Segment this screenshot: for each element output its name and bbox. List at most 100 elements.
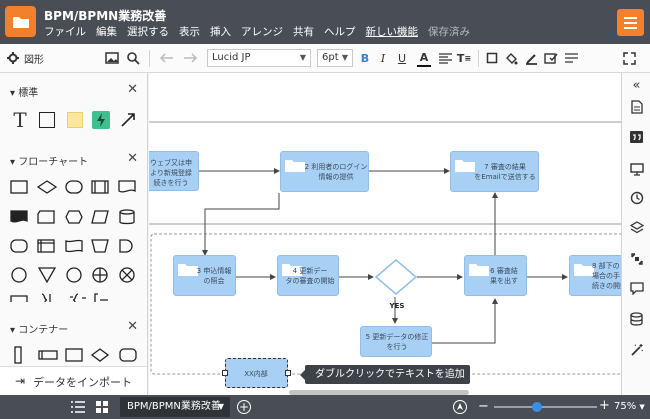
- data-linking-icon[interactable]: [628, 250, 645, 267]
- rectangle-shape-icon[interactable]: [38, 111, 56, 129]
- process-node[interactable]: ウェブ又は申 より新規登録 続きを行う: [149, 151, 199, 191]
- search-icon[interactable]: [125, 49, 141, 67]
- process-node[interactable]: 4 更新デー タの審査の開始: [277, 255, 339, 296]
- gear-icon[interactable]: [6, 49, 20, 67]
- page-tab[interactable]: BPM/BPMN業務改善 ▼: [120, 397, 230, 417]
- text-color-button[interactable]: A: [417, 49, 431, 67]
- collapse-left-icon[interactable]: «: [628, 77, 645, 94]
- menu-whats-new[interactable]: 新しい機能: [366, 24, 419, 39]
- menu-edit[interactable]: 編集: [96, 24, 117, 39]
- menu-share[interactable]: 共有: [293, 24, 314, 39]
- italic-button[interactable]: I: [378, 49, 388, 67]
- lightning-shape-icon[interactable]: [92, 111, 110, 129]
- undo-icon[interactable]: [159, 49, 175, 67]
- history-icon[interactable]: [628, 189, 645, 206]
- fullscreen-icon[interactable]: [621, 49, 637, 67]
- section-standard[interactable]: ▾ 標準 ✕: [0, 80, 147, 100]
- text-options-icon[interactable]: T ≡: [456, 49, 472, 67]
- section-title: ▾ フローチャート: [10, 157, 89, 168]
- node-label: 5 更新データの修正 を行う: [365, 333, 429, 351]
- section-flowchart[interactable]: ▾ フローチャート ✕: [0, 149, 147, 169]
- more-icon[interactable]: [563, 49, 579, 67]
- quote-icon[interactable]: [628, 128, 645, 145]
- shape-library-panel: ▾ 標準 ✕ T ▾ フローチャート ✕ ▾ コンテナー ✕ ⇥ データをインポ…: [0, 73, 148, 395]
- process-node[interactable]: 3 申込情報 の照会: [173, 255, 236, 296]
- folder-icon: [285, 160, 305, 172]
- yes-label: YES: [389, 302, 405, 310]
- menu-bar: ファイル 編集 選択する 表示 挿入 アレンジ 共有 ヘルプ 新しい機能 保存済…: [44, 24, 470, 39]
- layers-icon[interactable]: [628, 219, 645, 236]
- node-label: 6 審査結 果を出す: [490, 267, 518, 285]
- style-icon[interactable]: [543, 49, 559, 67]
- zoom-slider-handle[interactable]: [532, 402, 542, 412]
- resize-handle[interactable]: [222, 370, 228, 376]
- process-node[interactable]: 2 利用者のログイン 情報の提供: [280, 151, 369, 192]
- process-node[interactable]: 5 更新データの修正 を行う: [360, 326, 432, 357]
- node-label: 7 審査の結果 をEmailで送信する: [474, 163, 536, 181]
- node-label: 3 申込情報 の照会: [196, 267, 232, 285]
- zoom-in-button[interactable]: +: [599, 398, 610, 413]
- shape-border-icon[interactable]: [485, 49, 499, 67]
- close-icon[interactable]: ✕: [127, 319, 138, 334]
- node-label: 4 更新デー タの審査の開始: [285, 267, 335, 285]
- process-node[interactable]: 7 審査の結果 をEmailで送信する: [450, 151, 539, 192]
- process-node[interactable]: 8 部下の 場合の手 続きの開始: [569, 255, 621, 296]
- note-shape-icon[interactable]: [66, 111, 84, 129]
- flowchart-shapes-grid[interactable]: [8, 177, 138, 302]
- align-icon[interactable]: [437, 49, 453, 67]
- list-view-icon[interactable]: [71, 401, 85, 416]
- fill-color-icon[interactable]: [504, 49, 518, 67]
- section-container[interactable]: ▾ コンテナー ✕: [0, 317, 147, 337]
- zoom-level[interactable]: 75% ▼: [614, 401, 645, 412]
- menu-help[interactable]: ヘルプ: [324, 24, 356, 39]
- zoom-out-button[interactable]: −: [478, 399, 489, 414]
- lucid-logo[interactable]: [5, 6, 36, 37]
- comment-icon[interactable]: [628, 280, 645, 297]
- redo-icon[interactable]: [182, 49, 198, 67]
- magic-wand-icon[interactable]: [628, 341, 645, 358]
- toolbar: 図形 Lucid JP ▼ 6pt ▼ B I U A T ≡: [0, 44, 650, 73]
- section-title: ▾ 標準: [10, 88, 39, 99]
- font-family-select[interactable]: Lucid JP ▼: [207, 49, 311, 67]
- chevron-down-icon[interactable]: ▼: [218, 397, 224, 417]
- decision-gateway[interactable]: [374, 258, 418, 296]
- diagram-canvas[interactable]: ウェブ又は申 より新規登録 続きを行う 2 利用者のログイン 情報の提供 7 審…: [149, 73, 621, 395]
- process-node[interactable]: 6 審査結 果を出す: [464, 255, 527, 296]
- add-page-button[interactable]: +: [237, 400, 251, 414]
- zoom-value: 75%: [614, 401, 637, 412]
- image-icon[interactable]: [104, 49, 120, 67]
- bold-button[interactable]: B: [359, 49, 371, 67]
- selected-node[interactable]: XX内部: [225, 358, 288, 388]
- arrow-shape-icon[interactable]: [119, 111, 137, 129]
- document-title[interactable]: BPM/BPMN業務改善: [44, 7, 166, 24]
- tooltip: ダブルクリックでテキストを追加: [300, 365, 470, 384]
- shapes-label[interactable]: 図形: [24, 49, 54, 67]
- page-icon[interactable]: [628, 98, 645, 115]
- app-header: BPM/BPMN業務改善 ファイル 編集 選択する 表示 挿入 アレンジ 共有 …: [0, 0, 650, 44]
- database-icon[interactable]: [628, 310, 645, 327]
- text-shape-icon[interactable]: T: [11, 108, 29, 132]
- navigation-icon[interactable]: [453, 400, 467, 414]
- bottom-bar: BPM/BPMN業務改善 ▼ + − + 75% ▼: [0, 395, 650, 419]
- line-color-icon[interactable]: [524, 49, 538, 67]
- menu-file[interactable]: ファイル: [44, 24, 86, 39]
- font-size-select[interactable]: 6pt ▼: [317, 49, 353, 67]
- menu-select[interactable]: 選択する: [127, 24, 169, 39]
- hamburger-menu-button[interactable]: [617, 9, 644, 36]
- presentation-icon[interactable]: [628, 160, 645, 177]
- menu-view[interactable]: 表示: [179, 24, 200, 39]
- zoom-slider[interactable]: [494, 402, 597, 412]
- chevron-down-icon: ▼: [341, 53, 348, 62]
- import-data-button[interactable]: ⇥ データをインポート: [0, 366, 147, 395]
- container-shapes-row[interactable]: [8, 346, 138, 366]
- chevron-down-icon: ▼: [299, 53, 306, 62]
- resize-handle[interactable]: [285, 370, 291, 376]
- close-icon[interactable]: ✕: [127, 82, 138, 97]
- menu-insert[interactable]: 挿入: [210, 24, 231, 39]
- section-label: 標準: [18, 88, 39, 99]
- close-icon[interactable]: ✕: [127, 151, 138, 166]
- underline-button[interactable]: U: [396, 49, 408, 67]
- node-label: XX内部: [244, 370, 268, 378]
- grid-view-icon[interactable]: [96, 401, 108, 416]
- menu-arrange[interactable]: アレンジ: [241, 24, 283, 39]
